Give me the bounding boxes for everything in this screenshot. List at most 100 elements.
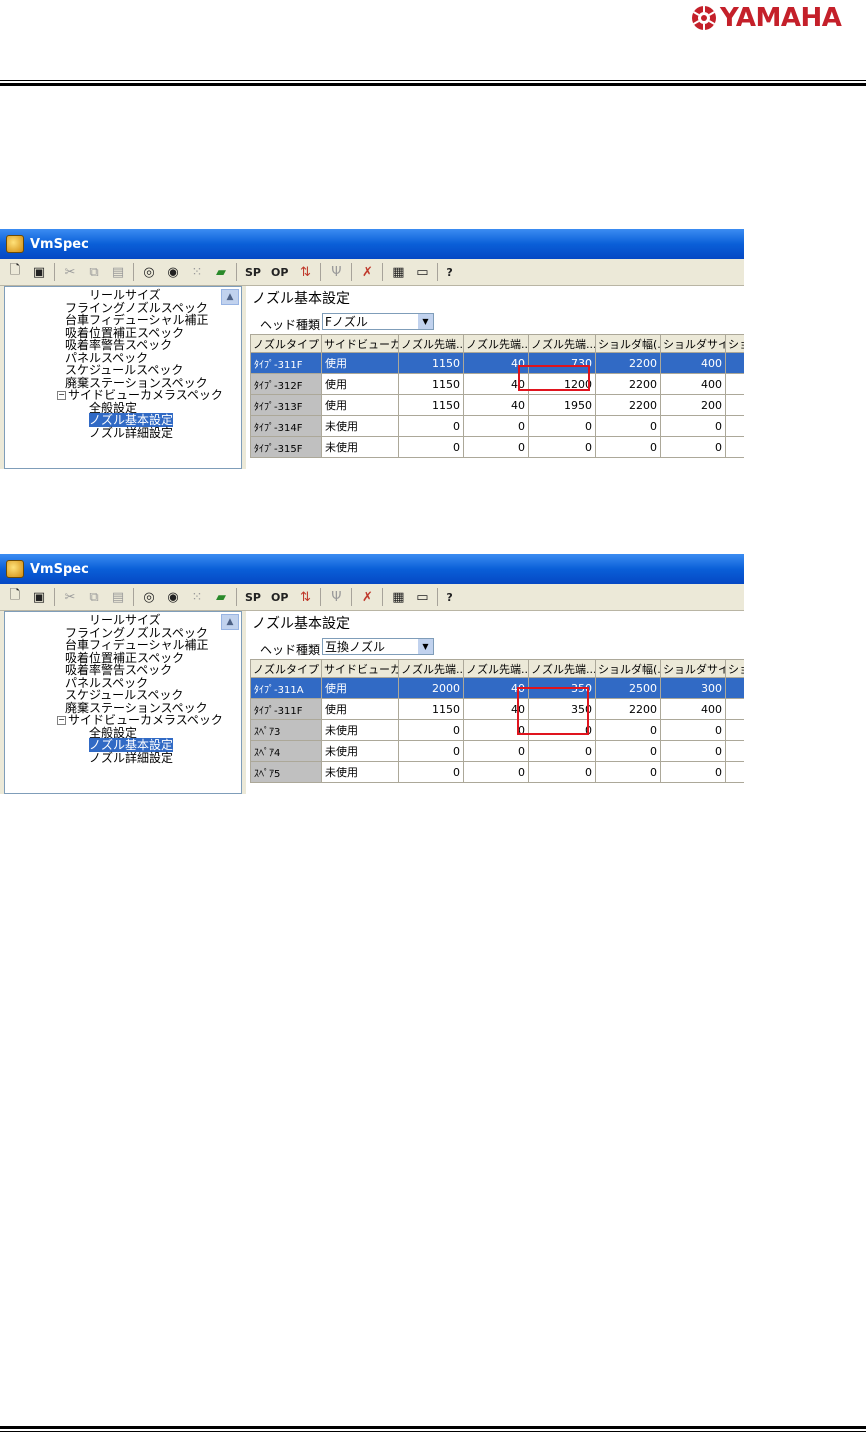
table-cell[interactable]: 300 xyxy=(660,677,726,699)
table-cell[interactable] xyxy=(725,719,744,741)
column-header[interactable]: ノズル先端... xyxy=(528,659,596,678)
table-cell[interactable]: 0 xyxy=(528,436,596,458)
table-cell[interactable]: 400 xyxy=(660,698,726,720)
spec-tree[interactable]: リールサイズ フライングノズルスペック 台車フィデューシャル補正 吸着位置補正スペック… xyxy=(4,286,242,469)
table-cell[interactable]: 1150 xyxy=(398,352,464,374)
head-type-select[interactable]: 互換ノズル ▼ xyxy=(322,638,434,655)
table-cell[interactable]: 400 xyxy=(660,352,726,374)
column-header[interactable]: ショルダサイズ... xyxy=(660,659,726,678)
head-type-select[interactable]: Fノズル ▼ xyxy=(322,313,434,330)
table-cell[interactable]: 0 xyxy=(398,415,464,437)
table-cell[interactable] xyxy=(725,352,744,374)
op-button[interactable]: OP xyxy=(269,263,290,281)
table-cell[interactable] xyxy=(725,436,744,458)
table-cell[interactable]: 0 xyxy=(595,436,661,458)
column-header[interactable]: ショルダ幅(... xyxy=(595,659,661,678)
row-header-cell[interactable]: ﾀｲﾌﾟ-311F xyxy=(250,352,322,374)
table-row[interactable]: ﾀｲﾌﾟ-314F 未使用 0 0 0 0 0 xyxy=(250,415,744,437)
row-header-cell[interactable]: ﾀｲﾌﾟ-311F xyxy=(250,698,322,720)
column-header[interactable]: ノズルタイプ xyxy=(250,334,322,353)
tree-item[interactable]: ノズル詳細設定 xyxy=(5,426,241,440)
column-header[interactable]: ノズルタイプ xyxy=(250,659,322,678)
table-cell[interactable]: 0 xyxy=(398,740,464,762)
column-header[interactable]: サイドビューカメラ xyxy=(321,659,399,678)
table-cell[interactable]: 0 xyxy=(595,761,661,783)
table-cell[interactable]: 0 xyxy=(660,740,726,762)
table-cell[interactable]: 40 xyxy=(463,394,529,416)
chevron-down-icon[interactable]: ▼ xyxy=(418,639,433,654)
table-cell[interactable]: 1150 xyxy=(398,698,464,720)
table-cell[interactable]: 1150 xyxy=(398,373,464,395)
table-row[interactable]: ﾀｲﾌﾟ-311A使用20004035025003001 xyxy=(250,677,744,699)
tray-icon[interactable]: ▭ xyxy=(413,263,431,281)
scroll-up-icon[interactable]: ▲ xyxy=(221,614,239,630)
table-cell[interactable] xyxy=(725,373,744,395)
help-button[interactable]: ? xyxy=(444,263,454,281)
table-cell[interactable]: 0 xyxy=(595,719,661,741)
paste-icon[interactable]: ▤ xyxy=(109,588,127,606)
table-cell[interactable]: 使用 xyxy=(321,352,399,374)
sp-button[interactable]: SP xyxy=(243,263,263,281)
column-header[interactable]: サイドビューカメラ xyxy=(321,334,399,353)
feeder-icon[interactable]: ▦ xyxy=(389,263,407,281)
column-header[interactable]: ノズル先端... xyxy=(463,334,529,353)
table-cell[interactable]: 2500 xyxy=(595,677,661,699)
collapse-icon[interactable]: − xyxy=(57,716,66,725)
title-bar[interactable]: VmSpec xyxy=(0,554,744,584)
table-cell[interactable]: 0 xyxy=(398,719,464,741)
table-cell[interactable]: 0 xyxy=(398,761,464,783)
table-cell[interactable]: 使用 xyxy=(321,373,399,395)
row-header-cell[interactable]: ﾀｲﾌﾟ-311A xyxy=(250,677,322,699)
board-icon[interactable]: ▰ xyxy=(212,263,230,281)
table-cell[interactable]: 1950 xyxy=(528,394,596,416)
column-header[interactable]: ノズル先端... xyxy=(398,334,464,353)
table-cell[interactable]: 使用 xyxy=(321,677,399,699)
table-cell[interactable]: 0 xyxy=(660,436,726,458)
table-row[interactable]: ﾀｲﾌﾟ-311F 使用 1150 40 730 2200 400 xyxy=(250,352,744,374)
table-cell[interactable]: 0 xyxy=(463,415,529,437)
table-cell[interactable]: 0 xyxy=(660,761,726,783)
target-edit-icon[interactable]: ◉ xyxy=(164,263,182,281)
title-bar[interactable]: VmSpec xyxy=(0,229,744,259)
table-cell[interactable]: 2000 xyxy=(398,677,464,699)
save-icon[interactable]: ▣ xyxy=(30,263,48,281)
help-button[interactable]: ? xyxy=(444,588,454,606)
table-cell[interactable]: 未使用 xyxy=(321,761,399,783)
table-row[interactable]: ﾀｲﾌﾟ-312F 使用 1150 40 1200 2200 400 xyxy=(250,373,744,395)
new-file-icon[interactable]: 🗋 xyxy=(6,588,24,606)
transfer-icon[interactable]: ⇅ xyxy=(296,263,314,281)
transfer-icon[interactable]: ⇅ xyxy=(296,588,314,606)
nozzle-icon[interactable]: Ψ xyxy=(327,588,345,606)
table-cell[interactable]: 0 xyxy=(528,415,596,437)
table-cell[interactable]: 400 xyxy=(660,373,726,395)
spec-tree[interactable]: リールサイズ フライングノズルスペック 台車フィデューシャル補正 吸着位置補正スペック… xyxy=(4,611,242,794)
chevron-down-icon[interactable]: ▼ xyxy=(418,314,433,329)
row-header-cell[interactable]: ﾀｲﾌﾟ-314F xyxy=(250,415,322,437)
table-cell[interactable]: 0 xyxy=(463,761,529,783)
table-cell[interactable]: 使用 xyxy=(321,394,399,416)
table-cell[interactable]: 0 xyxy=(660,719,726,741)
table-row[interactable]: ｽﾍﾟｱ5 未使用 0 0 0 0 0 xyxy=(250,761,744,783)
table-cell[interactable]: 2200 xyxy=(595,698,661,720)
table-cell[interactable]: 使用 xyxy=(321,698,399,720)
board-icon[interactable]: ▰ xyxy=(212,588,230,606)
new-file-icon[interactable]: 🗋 xyxy=(6,263,24,281)
target-icon[interactable]: ◎ xyxy=(140,263,158,281)
delete-nozzle-icon[interactable]: ✗ xyxy=(358,588,376,606)
row-header-cell[interactable]: ｽﾍﾟｱ5 xyxy=(250,761,322,783)
table-cell[interactable]: 0 xyxy=(595,740,661,762)
column-header[interactable]: ショルダ検 xyxy=(725,659,744,678)
row-header-cell[interactable]: ﾀｲﾌﾟ-312F xyxy=(250,373,322,395)
table-cell[interactable] xyxy=(725,740,744,762)
table-cell[interactable]: 1150 xyxy=(398,394,464,416)
cut-icon[interactable]: ✂ xyxy=(61,588,79,606)
table-cell[interactable]: 2200 xyxy=(595,373,661,395)
scroll-up-icon[interactable]: ▲ xyxy=(221,289,239,305)
column-header[interactable]: ショルダサイズ... xyxy=(660,334,726,353)
row-header-cell[interactable]: ｽﾍﾟｱ4 xyxy=(250,740,322,762)
table-cell[interactable] xyxy=(725,415,744,437)
table-cell[interactable]: 0 xyxy=(463,740,529,762)
dots-grid-icon[interactable]: ⁙ xyxy=(188,263,206,281)
nozzle-icon[interactable]: Ψ xyxy=(327,263,345,281)
op-button[interactable]: OP xyxy=(269,588,290,606)
